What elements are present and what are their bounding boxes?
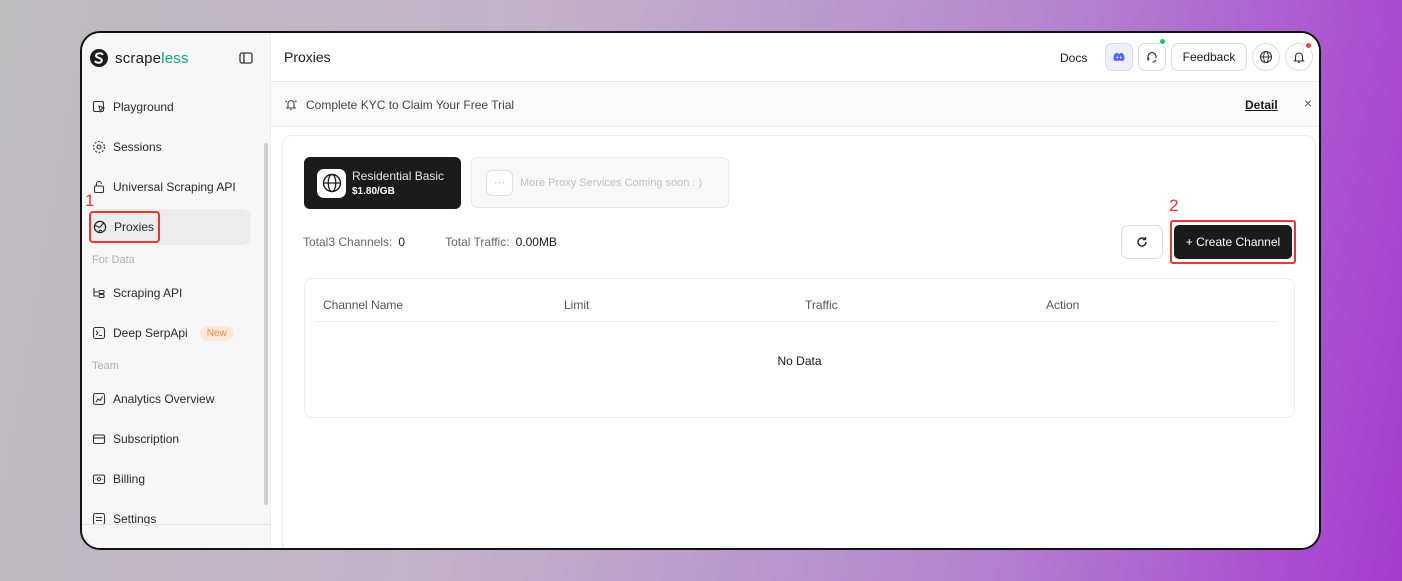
feedback-button[interactable]: Feedback — [1171, 43, 1247, 71]
proxies-content: Residential Basic $1.80/GB ··· More Prox… — [282, 135, 1316, 548]
service-title: Residential Basic — [352, 169, 445, 183]
sidebar-divider — [82, 524, 271, 525]
sidebar-item-universal-scraping-api[interactable]: Universal Scraping API — [89, 169, 251, 205]
sidebar-item-label: Subscription — [113, 432, 180, 446]
notification-dot — [1305, 42, 1312, 49]
column-header-limit: Limit — [564, 298, 590, 312]
sidebar-item-label: Universal Scraping API — [113, 180, 236, 194]
service-card-residential-basic[interactable]: Residential Basic $1.80/GB — [304, 157, 461, 209]
new-badge: New — [199, 325, 234, 341]
sidebar-item-analytics-overview[interactable]: Analytics Overview — [89, 381, 251, 417]
sidebar-item-label: Proxies — [114, 220, 155, 234]
traffic-label: Total Traffic: — [445, 235, 510, 249]
top-header: Proxies Docs Feedback — [271, 33, 1319, 82]
discord-button[interactable] — [1105, 43, 1133, 71]
analytics-icon — [92, 392, 106, 406]
app-window: scrapeless Playground Sessions Universal… — [80, 31, 1321, 550]
sidebar-item-proxies[interactable]: Proxies — [89, 209, 251, 245]
playground-icon — [92, 100, 106, 114]
channel-stats: Total3 Channels: 0 Total Traffic: 0.00MB — [303, 235, 557, 249]
section-label-for-data: For Data — [92, 254, 135, 266]
sidebar-item-label: Deep SerpApi — [113, 326, 188, 340]
table-header-divider — [315, 321, 1277, 322]
create-channel-highlight-box: + Create Channel — [1170, 220, 1296, 264]
discord-icon — [1113, 52, 1125, 62]
channels-table: Channel Name Limit Traffic Action No Dat… — [304, 278, 1295, 418]
service-price: $1.80/GB — [352, 186, 395, 197]
service-globe-icon — [317, 168, 346, 198]
headset-icon — [1147, 51, 1157, 63]
coming-soon-text: More Proxy Services Coming soon : ) — [520, 176, 703, 189]
sidebar-item-sessions[interactable]: Sessions — [89, 129, 251, 165]
globe-icon — [1259, 50, 1273, 64]
sidebar-scrollbar[interactable] — [264, 143, 268, 505]
page-title: Proxies — [284, 49, 331, 65]
sidebar-item-subscription[interactable]: Subscription — [89, 421, 251, 457]
brand-name: scrapeless — [115, 49, 189, 67]
traffic-value: 0.00MB — [515, 235, 557, 249]
sidebar-item-scraping-api[interactable]: Scraping API — [89, 275, 251, 311]
sidebar-item-label: Playground — [113, 100, 174, 114]
scrapeless-logo-icon — [90, 49, 108, 67]
billing-icon — [92, 474, 106, 485]
banner-detail-link[interactable]: Detail — [1245, 98, 1278, 112]
channels-label: Total3 Channels: — [303, 235, 393, 249]
sidebar-item-playground[interactable]: Playground — [89, 89, 251, 125]
sidebar-item-deep-serpapi[interactable]: Deep SerpApi New — [89, 315, 251, 351]
support-button[interactable] — [1138, 38, 1166, 71]
language-button[interactable] — [1252, 43, 1280, 71]
column-header-channel-name: Channel Name — [323, 298, 404, 312]
step-2-annotation: 2 — [1169, 196, 1179, 215]
online-status-dot — [1159, 38, 1166, 45]
docs-link[interactable]: Docs — [1060, 51, 1087, 65]
banner-text: Complete KYC to Claim Your Free Trial — [306, 98, 515, 112]
sidebar-item-label: Billing — [113, 472, 146, 486]
terminal-icon — [92, 326, 106, 340]
column-header-traffic: Traffic — [805, 298, 838, 312]
notifications-button[interactable] — [1285, 42, 1313, 71]
sidebar-item-label: Scraping API — [113, 286, 183, 300]
section-label-team: Team — [92, 360, 119, 372]
scraping-api-icon — [93, 288, 105, 299]
service-card-coming-soon: ··· More Proxy Services Coming soon : ) — [471, 157, 729, 208]
proxies-highlight-box: Proxies — [89, 211, 161, 243]
card-icon — [92, 434, 106, 445]
column-header-action: Action — [1046, 298, 1080, 312]
bell-ringing-icon — [285, 100, 297, 111]
globe-icon — [93, 220, 107, 234]
kyc-banner: Complete KYC to Claim Your Free Trial De… — [271, 83, 1319, 127]
channels-value: 0 — [398, 235, 406, 249]
sidebar-item-settings[interactable]: Settings — [89, 501, 251, 537]
refresh-icon — [1137, 237, 1147, 247]
refresh-button[interactable] — [1121, 225, 1163, 259]
sessions-icon — [92, 140, 106, 154]
sidebar: scrapeless Playground Sessions Universal… — [82, 33, 271, 548]
sidebar-item-label: Sessions — [113, 140, 162, 154]
sidebar-item-label: Analytics Overview — [113, 392, 215, 406]
sidebar-item-billing[interactable]: Billing — [89, 461, 251, 497]
more-dots-icon: ··· — [486, 169, 513, 196]
create-channel-button[interactable]: + Create Channel — [1174, 225, 1292, 259]
bell-icon — [1293, 52, 1305, 63]
banner-close-button[interactable]: × — [1301, 95, 1315, 111]
brand[interactable]: scrapeless — [89, 45, 189, 71]
sidebar-toggle-icon[interactable] — [238, 50, 254, 66]
empty-state-text: No Data — [777, 354, 822, 368]
step-1-annotation: 1 — [85, 191, 95, 210]
